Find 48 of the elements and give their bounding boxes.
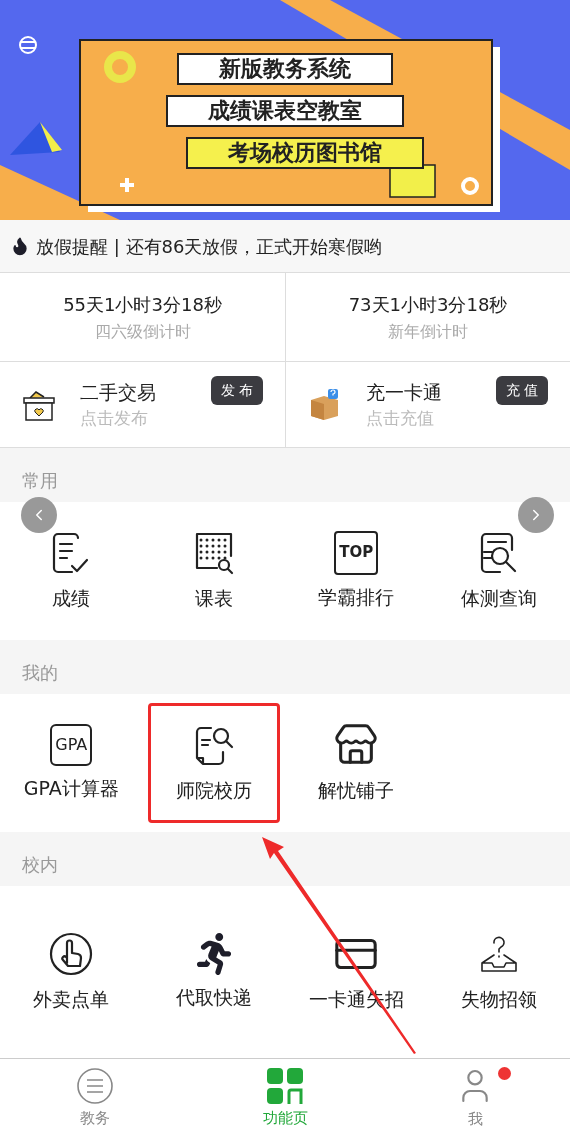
feature-tile[interactable]: 代取快递 [147,912,280,1032]
banner[interactable]: 新版教务系统 成绩课表空教室 考场校历图书馆 [0,0,570,220]
section-title: 校内 [22,853,58,877]
feature-label: 课表 [194,585,233,611]
feature-tile[interactable]: 失物招领 [432,912,565,1032]
feature-label: 师院校历 [175,777,252,803]
feature-label: 代取快递 [175,984,252,1010]
tab[interactable]: 教务 [0,1059,190,1138]
banner-caption: 成绩课表空教室 [166,95,404,127]
next-button[interactable] [518,497,554,533]
countdown-time: 73天1小时3分18秒 [348,292,508,317]
ranking-icon: TOP [334,530,379,575]
notice-text: 放假提醒 | 还有86天放假，正式开始寒假哟 [36,234,383,259]
feature-label: 体测查询 [460,585,537,611]
action-button[interactable]: 充 值 [495,376,548,405]
feature-tile[interactable]: 成绩 [5,511,138,631]
feature-label: 外卖点单 [33,986,110,1012]
pointing-hand-icon [48,930,95,977]
service-subtitle: 点击发布 [80,407,149,430]
service-title: 二手交易 [80,379,157,405]
feature-label: 失物招领 [460,986,537,1012]
feature-label: 学霸排行 [318,584,395,610]
tab[interactable]: 我 [380,1059,570,1138]
feature-label: GPA计算器 [23,775,119,801]
feature-label: 成绩 [52,585,91,611]
previous-button[interactable] [21,497,57,533]
section-title: 常用 [22,469,58,493]
calculator-icon: GPA [50,723,93,766]
apps-icon [266,1067,304,1106]
banner-caption: 新版教务系统 [177,53,393,85]
feature-tile[interactable]: 师院校历 [147,703,280,823]
feature-label: 解忧铺子 [318,777,395,803]
feature-tile[interactable]: 解忧铺子 [290,703,423,823]
menu-icon [76,1067,114,1106]
feature-tile[interactable]: GPA GPA计算器 [5,703,138,823]
banner-caption: 考场校历图书馆 [186,137,424,169]
section-title: 我的 [22,661,58,685]
feature-tile[interactable]: 体测查询 [432,511,565,631]
countdown-time: 55天1小时3分18秒 [63,292,222,317]
countdown-label: 四六级倒计时 [94,320,191,343]
action-button[interactable]: 发 布 [210,376,263,405]
flame-icon [10,235,30,257]
countdown-label: 新年倒计时 [388,320,468,343]
feature-tile[interactable]: TOP 学霸排行 [290,511,423,631]
service-title: 充一卡通 [366,379,443,405]
service-subtitle: 点击充值 [366,407,435,430]
feature-tile[interactable]: 外卖点单 [5,912,138,1032]
feature-tile[interactable]: 课表 [147,511,280,631]
